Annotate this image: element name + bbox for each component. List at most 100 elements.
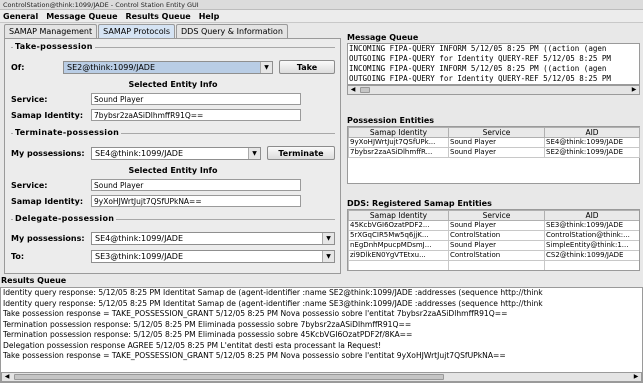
menu-help[interactable]: Help xyxy=(199,12,220,21)
tab-content: Take-possession Of: SE2@think:1099/JADE … xyxy=(4,38,341,274)
message-line[interactable]: OUTGOING FIPA-QUERY for Identity QUERY-R… xyxy=(349,54,639,64)
terminate-identity-field: 9yXoHJWrtJujt7QSfUPkNA== xyxy=(91,195,301,207)
service-cell: Sound Player xyxy=(448,147,545,158)
result-line[interactable]: Delegation possession response AGREE 5/1… xyxy=(1,341,642,352)
table-row[interactable]: 9yXoHJWrtJujt7QSfUPk... Sound Player SE4… xyxy=(348,137,640,148)
aid-cell xyxy=(544,260,639,270)
message-line[interactable]: OUTGOING FIPA-QUERY for Identity QUERY-R… xyxy=(349,74,639,84)
delegate-my-value: SE4@think:1099/JADE xyxy=(95,234,184,243)
service-cell: ControlStation xyxy=(448,230,545,241)
result-line[interactable]: Termination possession response: 5/12/05… xyxy=(1,330,642,341)
result-line[interactable]: Identity query response: 5/12/05 8:25 PM… xyxy=(1,299,642,310)
terminate-service-label: Service: xyxy=(11,180,48,190)
delegate-possession-select[interactable]: SE4@think:1099/JADE ▼ xyxy=(91,232,335,245)
terminate-my-value: SE4@think:1099/JADE xyxy=(95,148,184,158)
protocols-panel: SAMAP Management SAMAP Protocols DDS Que… xyxy=(4,24,341,274)
tab-samap-protocols[interactable]: SAMAP Protocols xyxy=(98,24,175,38)
result-line[interactable]: Identity query response: 5/12/05 8:25 PM… xyxy=(1,288,642,299)
delegate-to-value: SE3@think:1099/JADE xyxy=(95,252,184,261)
column-header[interactable]: Samap Identity xyxy=(348,127,449,138)
delegate-possession-title: Delegate-possession xyxy=(13,214,117,223)
menu-general[interactable]: General xyxy=(3,12,38,21)
take-possession-title: Take-possession xyxy=(13,42,95,51)
result-line[interactable]: Take possession response = TAKE_POSSESSI… xyxy=(1,351,642,362)
take-button[interactable]: Take xyxy=(279,60,335,74)
message-queue-list[interactable]: INCOMING FIPA-QUERY INFORM 5/12/05 8:25 … xyxy=(347,43,640,85)
chevron-down-icon[interactable]: ▼ xyxy=(260,61,272,73)
possession-entities-table: Samap Identity Service AID 9yXoHJWrtJujt… xyxy=(348,127,640,158)
results-queue-list[interactable]: Identity query response: 5/12/05 8:25 PM… xyxy=(0,287,643,383)
delegate-my-label: My possessions: xyxy=(11,234,85,243)
take-info-title: Selected Entity Info xyxy=(128,80,218,89)
terminate-info-title: Selected Entity Info xyxy=(128,166,218,175)
message-queue-hscrollbar[interactable]: ◀ ▶ xyxy=(347,85,640,95)
scroll-right-icon[interactable]: ▶ xyxy=(629,86,639,94)
scroll-thumb[interactable] xyxy=(14,374,444,380)
message-line[interactable]: INCOMING FIPA-QUERY INFORM 5/12/05 8:25 … xyxy=(349,64,639,74)
chevron-down-icon[interactable]: ▼ xyxy=(322,233,334,244)
message-line[interactable]: INCOMING FIPA-QUERY INFORM 5/12/05 8:25 … xyxy=(349,44,639,54)
chevron-down-icon[interactable]: ▼ xyxy=(248,147,260,159)
column-header[interactable]: AID xyxy=(544,127,640,138)
menu-message-queue[interactable]: Message Queue xyxy=(46,12,117,21)
identity-cell xyxy=(348,260,449,270)
dds-entities-table: Samap Identity Service AID 45KcbVGI6Ozat… xyxy=(348,210,639,270)
column-header[interactable]: Service xyxy=(448,210,545,221)
delegate-to-select[interactable]: SE3@think:1099/JADE ▼ xyxy=(91,250,335,263)
aid-cell: SE3@think:1099/JADE xyxy=(544,220,639,231)
result-line[interactable]: Take possession response = TAKE_POSSESSI… xyxy=(1,309,642,320)
service-cell: Sound Player xyxy=(448,240,545,251)
tab-dds-query[interactable]: DDS Query & Information xyxy=(176,24,288,38)
aid-cell: ControlStation@think:... xyxy=(544,230,639,241)
delegate-possession-section: Delegate-possession My possessions: SE4@… xyxy=(11,214,335,271)
table-row[interactable]: nEgDnhMpucpMDsmJ... Sound Player SimpleE… xyxy=(348,240,639,251)
terminate-button[interactable]: Terminate xyxy=(267,146,335,160)
message-queue-title: Message Queue xyxy=(347,33,419,42)
column-header[interactable]: Service xyxy=(448,127,545,138)
table-row[interactable]: 5rXGqCIR5Mw5q6jjK... ControlStation Cont… xyxy=(348,230,639,241)
menu-results-queue[interactable]: Results Queue xyxy=(126,12,191,21)
service-cell: Sound Player xyxy=(448,220,545,231)
column-header[interactable]: AID xyxy=(544,210,639,221)
possession-entities-panel: Possession Entities Samap Identity Servi… xyxy=(347,116,640,186)
take-of-value: SE2@think:1099/JADE xyxy=(67,62,156,72)
menu-bar: General Message Queue Results Queue Help xyxy=(0,10,643,23)
dds-entities-title: DDS: Registered Samap Entities xyxy=(347,199,492,208)
service-cell: ControlStation xyxy=(448,250,545,261)
scroll-left-icon[interactable]: ◀ xyxy=(2,373,12,381)
terminate-possession-select[interactable]: SE4@think:1099/JADE ▼ xyxy=(91,146,261,160)
identity-cell: 7bybsr2zaASiDlhmffR... xyxy=(348,147,449,158)
results-hscrollbar[interactable]: ◀ ▶ xyxy=(1,372,642,382)
take-of-select[interactable]: SE2@think:1099/JADE ▼ xyxy=(63,60,273,74)
aid-cell: SE4@think:1099/JADE xyxy=(544,137,640,148)
service-cell xyxy=(448,260,545,270)
identity-cell: 45KcbVGI6OzatPDF2... xyxy=(348,220,449,231)
results-queue-title: Results Queue xyxy=(1,276,67,285)
identity-cell: 5rXGqCIR5Mw5q6jjK... xyxy=(348,230,449,241)
terminate-possession-title: Terminate-possession xyxy=(13,128,122,137)
result-line[interactable]: Termination possession response: 5/12/05… xyxy=(1,320,642,331)
scroll-thumb[interactable] xyxy=(360,87,370,93)
dds-entities-table-wrap: Samap Identity Service AID 45KcbVGI6Ozat… xyxy=(347,209,640,271)
dds-entities-panel: DDS: Registered Samap Entities Samap Ide… xyxy=(347,199,640,273)
take-identity-label: Samap Identity: xyxy=(11,110,84,120)
possession-entities-title: Possession Entities xyxy=(347,116,435,125)
take-possession-section: Take-possession Of: SE2@think:1099/JADE … xyxy=(11,42,335,125)
aid-cell: CS2@think:1099/JADE xyxy=(544,250,639,261)
take-service-field: Sound Player xyxy=(91,93,301,105)
tab-samap-management[interactable]: SAMAP Management xyxy=(4,24,98,38)
take-service-label: Service: xyxy=(11,94,48,104)
table-row[interactable]: 45KcbVGI6OzatPDF2... Sound Player SE3@th… xyxy=(348,220,639,231)
table-row[interactable] xyxy=(348,260,639,270)
scroll-left-icon[interactable]: ◀ xyxy=(348,86,358,94)
chevron-down-icon[interactable]: ▼ xyxy=(322,251,334,262)
window-title: ControlStation@think:1099/JADE - Control… xyxy=(0,0,643,10)
scroll-right-icon[interactable]: ▶ xyxy=(631,373,641,381)
table-row[interactable]: zi9DlkEN0YgVTEtxu... ControlStation CS2@… xyxy=(348,250,639,261)
message-queue-panel: Message Queue INCOMING FIPA-QUERY INFORM… xyxy=(347,33,640,103)
column-header[interactable]: Samap Identity xyxy=(348,210,449,221)
identity-cell: 9yXoHJWrtJujt7QSfUPk... xyxy=(348,137,449,148)
take-of-label: Of: xyxy=(11,62,25,72)
identity-cell: nEgDnhMpucpMDsmJ... xyxy=(348,240,449,251)
table-row[interactable]: 7bybsr2zaASiDlhmffR... Sound Player SE2@… xyxy=(348,147,640,158)
